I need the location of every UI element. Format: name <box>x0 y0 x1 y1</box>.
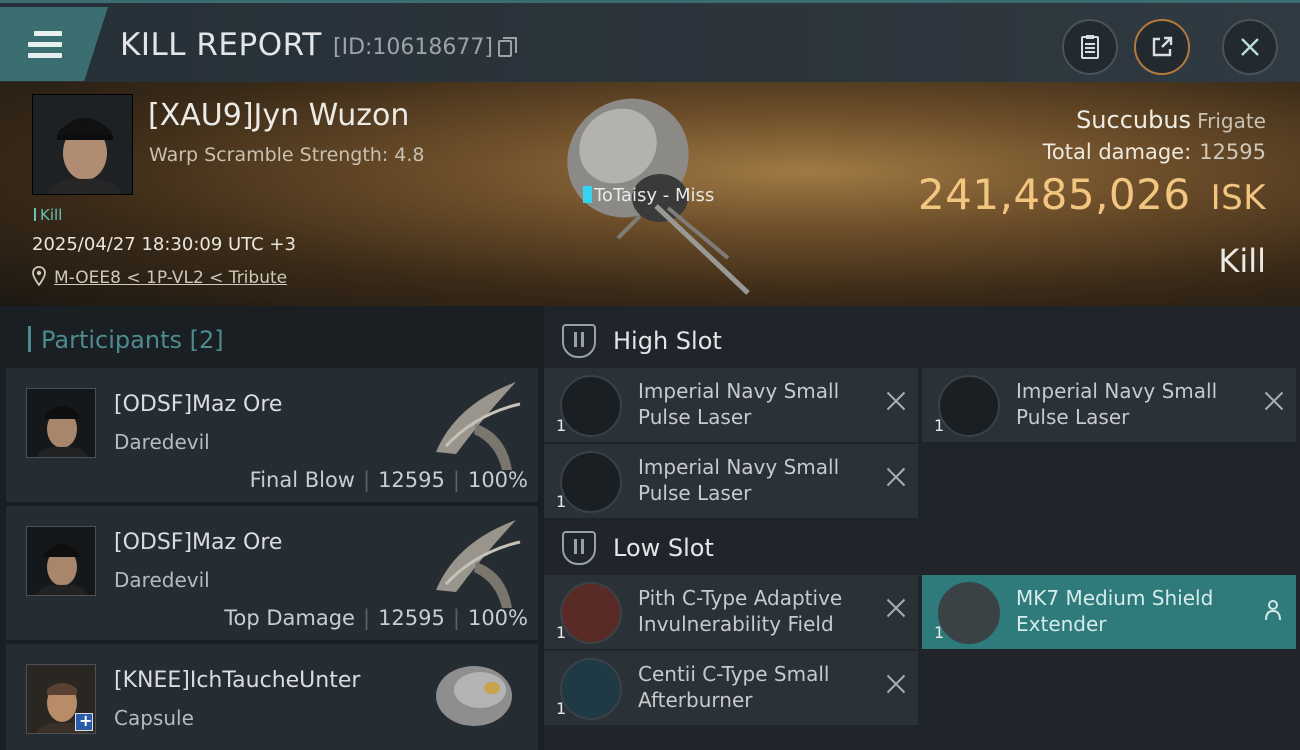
participant-ship: Capsule <box>114 706 194 730</box>
low-slot-icon <box>562 531 596 565</box>
victim-banner: [XAU9]Jyn Wuzon Warp Scramble Strength: … <box>0 82 1300 306</box>
clipboard-icon <box>1081 35 1099 59</box>
module-card[interactable]: 1 Pith C-Type Adaptive Invulnerability F… <box>544 575 918 649</box>
module-card[interactable]: 1 Imperial Navy Small Pulse Laser <box>544 444 918 518</box>
person-icon <box>1265 600 1281 621</box>
participant-name: [ODSF]Maz Ore <box>114 530 283 555</box>
high-slot-title: High Slot <box>613 327 722 355</box>
module-quantity: 1 <box>556 416 567 435</box>
fitting-panel: High Slot 1 Imperial Navy Small Pulse La… <box>544 306 1300 750</box>
module-name: MK7 Medium Shield Extender <box>1016 586 1214 636</box>
module-quantity: 1 <box>556 699 567 718</box>
participants-panel: Participants [2] [ODSF]Maz Ore Daredevil… <box>0 306 544 750</box>
isk-value: 241,485,026 ISK <box>917 170 1266 219</box>
module-card[interactable]: 1 Imperial Navy Small Pulse Laser <box>922 368 1296 442</box>
module-card-dropped[interactable]: 1 MK7 Medium Shield Extender <box>922 575 1296 649</box>
kill-result: Kill <box>1218 242 1266 280</box>
victim-name: [XAU9]Jyn Wuzon <box>148 98 410 133</box>
hamburger-icon <box>28 31 62 64</box>
high-slot-header: High Slot <box>562 318 722 364</box>
shield-extender-icon <box>938 582 1000 644</box>
module-quantity: 1 <box>556 623 567 642</box>
report-id: [ID:10618677] <box>333 35 493 60</box>
destroyed-x-icon <box>1264 390 1284 410</box>
capsule-image <box>436 666 512 726</box>
location-pin-icon <box>32 266 46 286</box>
participant-ship-image <box>436 382 521 470</box>
share-icon <box>1152 36 1173 57</box>
close-button[interactable] <box>1222 19 1278 75</box>
destroyed-x-icon <box>886 390 906 410</box>
kill-report-header: KILL REPORT [ID:10618677] <box>0 0 1300 82</box>
invulnerability-field-icon <box>560 582 622 644</box>
menu-button[interactable] <box>0 7 108 81</box>
module-name: Centii C-Type Small Afterburner <box>638 662 830 712</box>
pulse-laser-icon <box>560 451 622 513</box>
location-link[interactable]: M-OEE8 < 1P-VL2 < Tribute <box>54 268 287 288</box>
total-damage: Total damage: 12595 <box>1042 140 1266 164</box>
participant-name: [ODSF]Maz Ore <box>114 392 283 417</box>
destroyed-x-icon <box>886 673 906 693</box>
avatar <box>26 388 96 458</box>
pulse-laser-icon <box>560 375 622 437</box>
victim-ship: Succubus Frigate <box>1076 106 1266 134</box>
afterburner-icon <box>560 658 622 720</box>
participant-stats: Top Damage | 12595 | 100% <box>224 606 528 630</box>
share-button[interactable] <box>1134 19 1190 75</box>
victim-portrait[interactable] <box>32 94 133 195</box>
low-slot-header: Low Slot <box>562 525 714 571</box>
low-slot-title: Low Slot <box>613 534 714 562</box>
copy-icon[interactable] <box>498 37 517 57</box>
module-name: Imperial Navy Small Pulse Laser <box>1016 379 1218 429</box>
destroyed-x-icon <box>886 597 906 617</box>
module-name: Pith C-Type Adaptive Invulnerability Fie… <box>638 586 843 636</box>
hit-label: ToTaisy - Miss <box>583 185 714 206</box>
module-quantity: 1 <box>934 416 945 435</box>
participant-ship-image <box>436 520 521 608</box>
module-quantity: 1 <box>934 623 945 642</box>
module-card[interactable]: 1 Centii C-Type Small Afterburner <box>544 651 918 725</box>
warp-scramble-strength: Warp Scramble Strength: 4.8 <box>149 144 425 166</box>
avatar <box>26 526 96 596</box>
module-name: Imperial Navy Small Pulse Laser <box>638 379 840 429</box>
participant-ship: Daredevil <box>114 430 210 454</box>
high-slot-icon <box>562 324 596 358</box>
page-title: KILL REPORT <box>120 27 322 63</box>
avatar <box>26 664 96 734</box>
participant-name: [KNEE]IchTaucheUnter <box>114 668 361 693</box>
close-icon <box>1241 38 1259 56</box>
module-quantity: 1 <box>556 492 567 511</box>
ship-class: Frigate <box>1197 109 1266 133</box>
pulse-laser-icon <box>938 375 1000 437</box>
participant-row[interactable]: [ODSF]Maz Ore Daredevil Top Damage | 12595… <box>6 506 538 640</box>
participant-stats: Final Blow | 12595 | 100% <box>249 468 528 492</box>
victim-avatar-image <box>33 95 132 194</box>
kill-tag: Kill <box>34 206 62 224</box>
kill-datetime: 2025/04/27 18:30:09 UTC +3 <box>32 234 296 255</box>
participant-ship: Daredevil <box>114 568 210 592</box>
participant-row[interactable]: [ODSF]Maz Ore Daredevil Final Blow | 12595… <box>6 368 538 502</box>
notes-button[interactable] <box>1062 19 1118 75</box>
participants-title: Participants [2] <box>28 326 224 354</box>
module-card[interactable]: 1 Imperial Navy Small Pulse Laser <box>544 368 918 442</box>
module-name: Imperial Navy Small Pulse Laser <box>638 455 840 505</box>
destroyed-x-icon <box>886 466 906 486</box>
participant-row[interactable]: [KNEE]IchTaucheUnter Capsule <box>6 644 538 750</box>
corp-badge-icon <box>75 711 93 731</box>
